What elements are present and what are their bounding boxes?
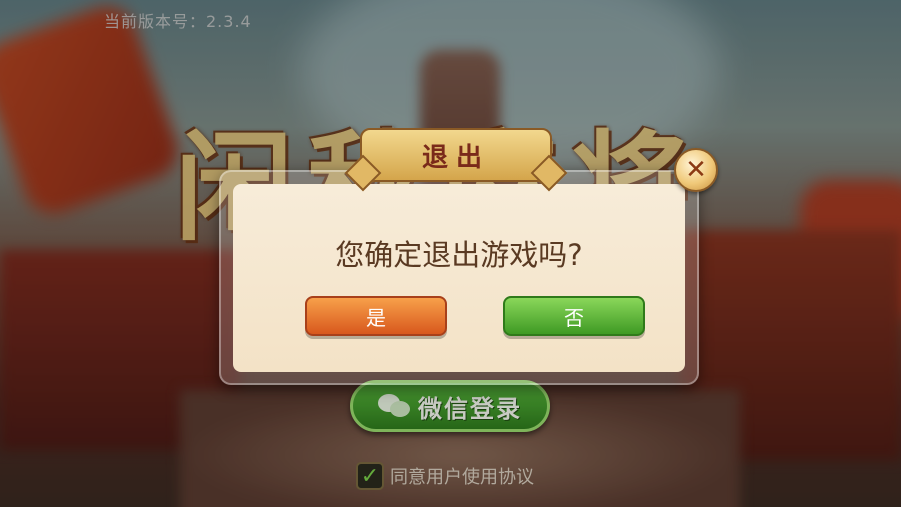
dialog-message: 您确定退出游戏吗?: [335, 238, 583, 272]
confirm-yes-button[interactable]: 是: [305, 296, 447, 336]
close-button[interactable]: ✕: [674, 148, 718, 192]
game-screen: 当前版本号：2.3.4 闲秋麻将 微信登录 ✓ 同意用户使用协议 您确定退出游戏…: [0, 0, 901, 507]
dialog-body: 您确定退出游戏吗?: [233, 184, 685, 372]
exit-dialog: 您确定退出游戏吗?: [219, 170, 699, 385]
confirm-no-button[interactable]: 否: [503, 296, 645, 336]
dialog-title: 退出: [421, 142, 490, 173]
close-icon: ✕: [685, 155, 707, 185]
dialog-title-tab: 退出: [360, 128, 552, 182]
